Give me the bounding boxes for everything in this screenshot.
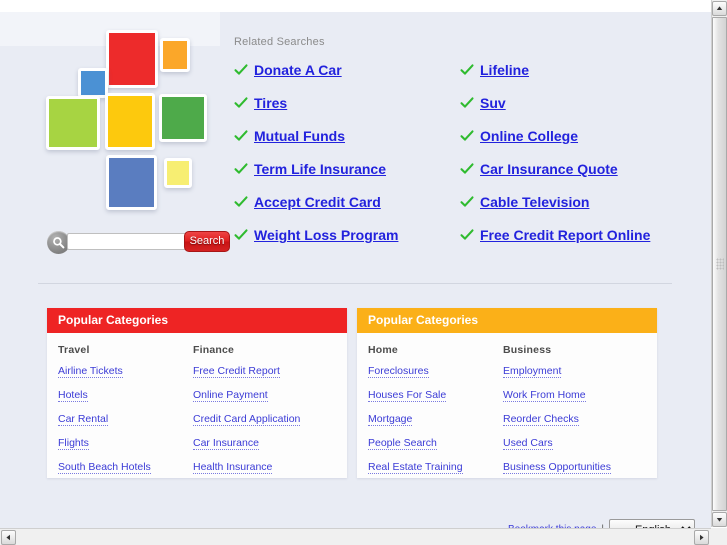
category-link[interactable]: Hotels	[58, 389, 88, 402]
page-viewport: Search Related Searches Donate A Car Tir…	[0, 0, 711, 545]
category-link[interactable]: Online Payment	[193, 389, 268, 402]
category-link[interactable]: Foreclosures	[368, 365, 429, 378]
scroll-right-arrow-icon[interactable]	[694, 530, 709, 545]
search-button[interactable]: Search	[184, 231, 230, 252]
category-link[interactable]: Free Credit Report	[193, 365, 280, 378]
panel-body: Home Foreclosures Houses For Sale Mortga…	[357, 333, 657, 485]
related-link-label[interactable]: Online College	[480, 128, 578, 144]
check-icon	[234, 228, 248, 242]
category-link[interactable]: Business Opportunities	[503, 461, 611, 474]
horizontal-scrollbar[interactable]	[0, 528, 711, 545]
related-link-label[interactable]: Tires	[254, 95, 287, 111]
related-link-label[interactable]: Cable Television	[480, 194, 589, 210]
related-link-label[interactable]: Lifeline	[480, 62, 529, 78]
category-column-title: Finance	[193, 344, 235, 356]
scroll-thumb-grip-icon	[716, 258, 724, 270]
check-icon	[460, 195, 474, 209]
logo-tile-orange	[160, 38, 190, 72]
search-bar: Search	[47, 231, 230, 254]
check-icon	[234, 96, 248, 110]
logo-tile-yellow	[105, 93, 155, 150]
check-icon	[460, 96, 474, 110]
category-link[interactable]: South Beach Hotels	[58, 461, 151, 474]
related-link-label[interactable]: Car Insurance Quote	[480, 161, 618, 177]
related-searches-heading: Related Searches	[234, 36, 325, 48]
category-column-title: Business	[503, 344, 552, 356]
related-link-row[interactable]: Lifeline	[460, 60, 529, 80]
related-link-row[interactable]: Cable Television	[460, 192, 589, 212]
category-column-business: Business Employment Work From Home Reord…	[503, 344, 638, 485]
logo-tile-dark-blue	[106, 155, 157, 210]
category-link[interactable]: Car Insurance	[193, 437, 259, 450]
check-icon	[460, 63, 474, 77]
section-divider	[38, 283, 672, 284]
category-column-title: Travel	[58, 344, 90, 356]
category-link[interactable]: Health Insurance	[193, 461, 273, 474]
popular-categories-panel-right: Popular Categories Home Foreclosures Hou…	[357, 308, 657, 478]
category-link[interactable]: Credit Card Application	[193, 413, 301, 426]
category-link[interactable]: Used Cars	[503, 437, 553, 450]
logo-tile-lime	[46, 96, 100, 150]
category-link[interactable]: Airline Tickets	[58, 365, 123, 378]
panel-title: Popular Categories	[47, 308, 347, 333]
related-link-label[interactable]: Term Life Insurance	[254, 161, 386, 177]
page-root: Search Related Searches Donate A Car Tir…	[0, 0, 727, 545]
related-link-row[interactable]: Free Credit Report Online	[460, 225, 650, 245]
related-link-row[interactable]: Term Life Insurance	[234, 159, 386, 179]
category-column-title: Home	[368, 344, 398, 356]
panel-title: Popular Categories	[357, 308, 657, 333]
top-white-strip	[0, 0, 711, 12]
related-link-label[interactable]: Suv	[480, 95, 506, 111]
category-column-home: Home Foreclosures Houses For Sale Mortga…	[368, 344, 503, 485]
site-logo	[38, 24, 218, 224]
check-icon	[234, 63, 248, 77]
logo-tile-red	[106, 30, 158, 88]
check-icon	[234, 195, 248, 209]
related-link-row[interactable]: Weight Loss Program	[234, 225, 398, 245]
logo-tile-green	[159, 94, 207, 142]
scroll-left-arrow-icon[interactable]	[1, 530, 16, 545]
check-icon	[460, 162, 474, 176]
check-icon	[460, 129, 474, 143]
check-icon	[460, 228, 474, 242]
category-link[interactable]: Flights	[58, 437, 89, 450]
category-link[interactable]: Reorder Checks	[503, 413, 579, 426]
scroll-up-arrow-icon[interactable]	[712, 1, 727, 16]
panel-body: Travel Airline Tickets Hotels Car Rental…	[47, 333, 347, 485]
related-link-row[interactable]: Online College	[460, 126, 578, 146]
logo-tile-blue-small	[78, 68, 108, 98]
category-column-finance: Finance Free Credit Report Online Paymen…	[193, 344, 328, 485]
related-link-row[interactable]: Mutual Funds	[234, 126, 345, 146]
category-link[interactable]: Work From Home	[503, 389, 586, 402]
logo-tile-pale-yellow	[164, 158, 192, 188]
related-link-row[interactable]: Donate A Car	[234, 60, 342, 80]
category-link[interactable]: Mortgage	[368, 413, 413, 426]
category-link[interactable]: Car Rental	[58, 413, 109, 426]
check-icon	[234, 129, 248, 143]
popular-categories-panel-left: Popular Categories Travel Airline Ticket…	[47, 308, 347, 478]
category-link[interactable]: Real Estate Training	[368, 461, 463, 474]
scrollbar-corner	[711, 528, 727, 545]
scroll-down-arrow-icon[interactable]	[712, 512, 727, 527]
category-link[interactable]: Employment	[503, 365, 562, 378]
vertical-scroll-track[interactable]	[712, 17, 727, 511]
related-link-row[interactable]: Tires	[234, 93, 287, 113]
vertical-scroll-thumb[interactable]	[712, 17, 727, 511]
related-link-label[interactable]: Accept Credit Card	[254, 194, 381, 210]
check-icon	[234, 162, 248, 176]
related-link-row[interactable]: Accept Credit Card	[234, 192, 381, 212]
vertical-scrollbar[interactable]	[711, 0, 727, 527]
related-link-label[interactable]: Donate A Car	[254, 62, 342, 78]
category-column-travel: Travel Airline Tickets Hotels Car Rental…	[58, 344, 193, 485]
related-link-row[interactable]: Suv	[460, 93, 506, 113]
related-link-label[interactable]: Weight Loss Program	[254, 227, 398, 243]
category-link[interactable]: People Search	[368, 437, 437, 450]
related-link-label[interactable]: Free Credit Report Online	[480, 227, 650, 243]
related-link-label[interactable]: Mutual Funds	[254, 128, 345, 144]
related-link-row[interactable]: Car Insurance Quote	[460, 159, 618, 179]
category-link[interactable]: Houses For Sale	[368, 389, 447, 402]
